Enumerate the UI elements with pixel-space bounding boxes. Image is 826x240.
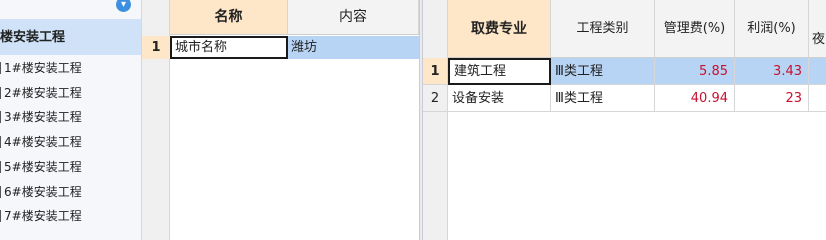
col-header-specialty[interactable]: 取费专业 — [448, 0, 551, 58]
content-cell[interactable]: 潍坊 — [288, 36, 419, 59]
col-header-name[interactable]: 名称 — [170, 0, 288, 35]
tree-item[interactable]: 1#楼安装工程 — [0, 56, 141, 80]
tree-item-label: 6#楼安装工程 — [4, 185, 82, 199]
tree-item-label: 7#楼安装工程 — [4, 209, 82, 223]
table-row[interactable]: 1 城市名称 潍坊 — [142, 36, 419, 59]
city-info-grid: 名称 内容 1 城市名称 潍坊 — [142, 0, 420, 240]
tree-root-label: 楼安装工程 — [0, 30, 66, 45]
extra-cell[interactable] — [809, 85, 826, 112]
category-cell[interactable]: Ⅲ类工程 — [551, 58, 655, 85]
row-number: 1 — [142, 36, 170, 59]
name-cell[interactable]: 城市名称 — [170, 36, 288, 59]
tree-item[interactable]: 7#楼安装工程 — [0, 204, 141, 228]
row-number: 1 — [423, 58, 448, 85]
profit-cell[interactable]: 3.43 — [735, 58, 809, 85]
profit-cell[interactable]: 23 — [735, 85, 809, 112]
tree-item-label: 2#楼安装工程 — [4, 86, 82, 100]
row-number: 2 — [423, 85, 448, 112]
chevron-down-circle-icon[interactable]: ▾ — [116, 0, 131, 12]
tree-item[interactable]: 4#楼安装工程 — [0, 130, 141, 154]
specialty-cell[interactable]: 建筑工程 — [448, 58, 551, 85]
col-header-profit[interactable]: 利润(%) — [735, 0, 809, 58]
tree-item-label: 5#楼安装工程 — [4, 160, 82, 174]
col-header-category[interactable]: 工程类别 — [551, 0, 655, 58]
tree-item-label: 4#楼安装工程 — [4, 135, 82, 149]
row-gutter — [423, 0, 448, 240]
project-tree: ▾ 楼安装工程 1#楼安装工程 2#楼安装工程 3#楼安装工程 4#楼安装工程 … — [0, 0, 142, 240]
tree-item-label: 3#楼安装工程 — [4, 110, 82, 124]
fee-rate-grid: 取费专业 工程类别 管理费(%) 利润(%) 夜 1 建筑工程 Ⅲ类工程 5.8… — [423, 0, 826, 240]
col-header-mgmt-fee[interactable]: 管理费(%) — [655, 0, 735, 58]
tree-item-label: 1#楼安装工程 — [4, 61, 82, 75]
extra-cell[interactable] — [809, 58, 826, 85]
mgmt-fee-cell[interactable]: 5.85 — [655, 58, 735, 85]
specialty-cell[interactable]: 设备安装 — [448, 85, 551, 112]
mgmt-fee-cell[interactable]: 40.94 — [655, 85, 735, 112]
category-cell[interactable]: Ⅲ类工程 — [551, 85, 655, 112]
tree-item[interactable]: 6#楼安装工程 — [0, 180, 141, 204]
tree-item[interactable]: 2#楼安装工程 — [0, 81, 141, 105]
tree-root-item[interactable]: 楼安装工程 — [0, 19, 141, 55]
tree-item[interactable]: 3#楼安装工程 — [0, 105, 141, 129]
col-header-extra[interactable]: 夜 — [809, 0, 826, 58]
tree-item[interactable]: 5#楼安装工程 — [0, 155, 141, 179]
col-header-content[interactable]: 内容 — [288, 0, 419, 35]
